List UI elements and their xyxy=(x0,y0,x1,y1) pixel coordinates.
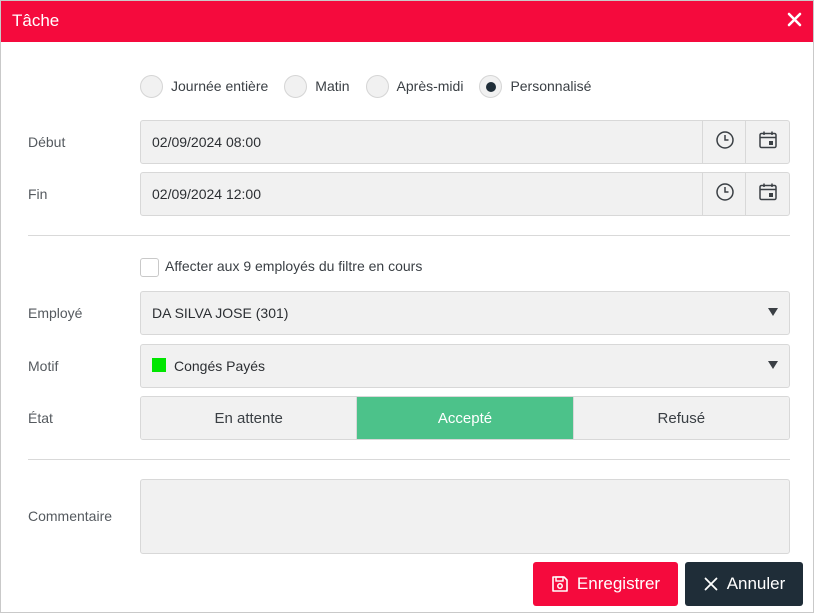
status-option-refused[interactable]: Refusé xyxy=(573,397,789,439)
radio-label: Après-midi xyxy=(396,78,464,94)
radio-custom[interactable]: Personnalisé xyxy=(479,74,592,98)
assign-all-checkbox-row[interactable]: Affecter aux 9 employés du filtre en cou… xyxy=(140,258,422,277)
start-clock-button[interactable] xyxy=(702,121,746,163)
assign-all-checkbox[interactable] xyxy=(140,258,159,277)
save-button[interactable]: Enregistrer xyxy=(533,562,678,606)
end-datetime-field[interactable]: 02/09/2024 12:00 xyxy=(140,172,790,216)
radio-button[interactable] xyxy=(284,74,308,98)
employee-select[interactable]: DA SILVA JOSE (301) xyxy=(140,291,790,335)
status-option-accepted[interactable]: Accepté xyxy=(357,397,574,439)
cancel-button[interactable]: Annuler xyxy=(685,562,803,606)
radio-full-day[interactable]: Journée entière xyxy=(140,74,269,98)
clock-icon xyxy=(715,130,735,155)
comment-textarea[interactable] xyxy=(140,479,790,554)
status-segmented-control: En attente Accepté Refusé xyxy=(140,396,790,440)
comment-label: Commentaire xyxy=(28,508,113,524)
end-label: Fin xyxy=(28,186,48,202)
radio-button[interactable] xyxy=(365,74,389,98)
end-datetime-value: 02/09/2024 12:00 xyxy=(152,186,261,202)
radio-button[interactable] xyxy=(140,74,163,98)
radio-morning[interactable]: Matin xyxy=(284,74,350,98)
reason-selected-value: Congés Payés xyxy=(174,358,266,374)
reason-select[interactable]: Congés Payés xyxy=(140,344,790,388)
clock-icon xyxy=(715,182,735,207)
end-clock-button[interactable] xyxy=(702,173,746,215)
save-button-label: Enregistrer xyxy=(576,574,661,593)
assign-all-label: Affecter aux 9 employés du filtre en cou… xyxy=(165,257,423,274)
status-option-pending[interactable]: En attente xyxy=(141,397,358,439)
section-divider xyxy=(28,459,790,460)
reason-label: Motif xyxy=(28,358,59,374)
section-divider xyxy=(28,235,790,236)
start-datetime-field[interactable]: 02/09/2024 08:00 xyxy=(140,120,790,164)
close-icon[interactable] xyxy=(784,9,806,31)
start-label: Début xyxy=(28,134,66,150)
dropdown-caret-icon xyxy=(768,308,778,316)
radio-label: Personnalisé xyxy=(510,78,592,94)
close-icon xyxy=(703,576,719,592)
calendar-icon xyxy=(758,130,778,155)
task-dialog: Tâche Journée entière Matin Après-midi P… xyxy=(0,0,814,613)
dialog-titlebar: Tâche xyxy=(1,1,813,42)
dialog-title: Tâche xyxy=(12,11,60,30)
reason-color-swatch xyxy=(152,358,166,372)
radio-label: Matin xyxy=(315,78,350,94)
employee-selected-value: DA SILVA JOSE (301) xyxy=(152,305,289,321)
radio-afternoon[interactable]: Après-midi xyxy=(365,74,464,98)
start-calendar-button[interactable] xyxy=(745,121,789,163)
cancel-button-label: Annuler xyxy=(726,574,786,593)
dropdown-caret-icon xyxy=(768,361,778,369)
start-datetime-value: 02/09/2024 08:00 xyxy=(152,134,261,150)
radio-label: Journée entière xyxy=(171,78,269,94)
employee-label: Employé xyxy=(28,305,83,321)
end-calendar-button[interactable] xyxy=(745,173,789,215)
radio-button-selected[interactable] xyxy=(479,74,503,98)
calendar-icon xyxy=(758,182,778,207)
floppy-disk-icon xyxy=(551,575,569,593)
status-label: État xyxy=(28,410,53,426)
period-radio-group: Journée entière Matin Après-midi Personn… xyxy=(140,74,607,98)
